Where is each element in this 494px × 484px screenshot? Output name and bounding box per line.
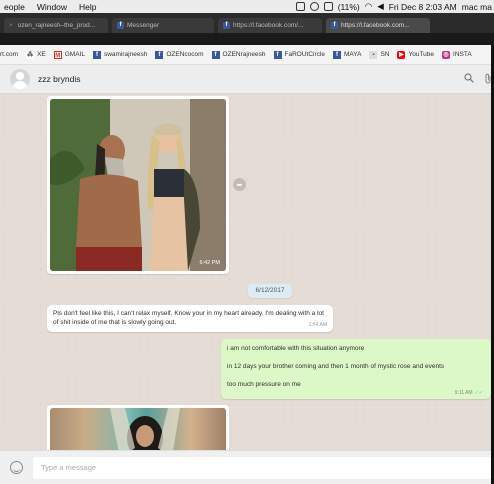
tab-label: ozen_rajneesh–the_prod... xyxy=(17,22,96,29)
time-machine-icon[interactable] xyxy=(309,2,319,11)
tab-facebook-link-2[interactable]: f https://l.facebook.com... xyxy=(326,18,430,33)
date-divider: 6/12/2017 xyxy=(248,284,292,298)
read-ticks-icon: ✓✓ xyxy=(474,390,483,396)
photo-timestamp: 6:42 PM xyxy=(199,260,220,266)
tab-messenger[interactable]: f Messenger xyxy=(112,18,214,33)
tab-facebook-link-1[interactable]: f https://l.facebook.com/... xyxy=(218,18,322,33)
bookmark-xe[interactable]: ⁂ XE xyxy=(26,50,46,59)
xe-icon: ⁂ xyxy=(26,50,35,59)
search-icon[interactable] xyxy=(464,73,474,83)
facebook-icon: f xyxy=(273,50,282,59)
bookmark-rt[interactable]: rt.com xyxy=(0,51,18,58)
menu-help[interactable]: Help xyxy=(79,2,96,12)
facebook-icon: f xyxy=(223,22,230,29)
shared-photo-2[interactable] xyxy=(50,408,226,450)
battery-percent: (11%) xyxy=(337,1,360,12)
bookmark-faroutcircle[interactable]: f FaROUtCircle xyxy=(273,50,325,59)
bookmark-swamirajneesh[interactable]: f swamirajneesh xyxy=(92,50,147,59)
facebook-icon: f xyxy=(155,50,164,59)
emoji-icon[interactable] xyxy=(10,461,23,474)
macos-menubar: eople Window Help (11%) ◠ ◀ Fri Dec 8 2:… xyxy=(0,0,494,13)
volume-icon[interactable]: ◀ xyxy=(377,1,384,12)
bookmark-ozencocom[interactable]: f OZENcocom xyxy=(155,50,204,59)
contact-avatar[interactable] xyxy=(10,69,30,89)
image-message[interactable]: 6:42 PM xyxy=(47,96,229,274)
gmail-icon: M xyxy=(53,50,62,59)
shared-photo[interactable]: 6:42 PM xyxy=(50,99,226,271)
chat-header: zzz bryndis xyxy=(0,65,494,94)
message-list[interactable]: 6:42 PM ➦ 6/12/2017 Pls don't feel like … xyxy=(0,94,494,450)
menu-window[interactable]: Window xyxy=(37,2,67,12)
image-message-2[interactable] xyxy=(47,405,229,450)
bookmark-youtube[interactable]: ▶ YouTube xyxy=(397,50,434,59)
outgoing-message-time: 9:11 AM ✓✓ xyxy=(454,390,483,396)
facebook-icon: f xyxy=(211,50,220,59)
tab-label: Messenger xyxy=(127,22,160,29)
battery-icon[interactable] xyxy=(323,2,333,11)
menubar-clock[interactable]: Fri Dec 8 2:03 AM xyxy=(389,2,457,12)
browser-toolbar xyxy=(0,33,494,45)
bookmark-insta[interactable]: ◎ INSTA xyxy=(442,50,472,59)
photo-content xyxy=(50,99,226,271)
incoming-message-time: 1:54 AM xyxy=(308,322,327,328)
bookmark-gmail[interactable]: M GMAIL xyxy=(53,50,85,59)
menubar-user[interactable]: mac ma xyxy=(462,2,492,12)
menu-people[interactable]: eople xyxy=(4,2,25,12)
youtube-icon: ▶ xyxy=(397,50,406,59)
tab-label: https://l.facebook.com... xyxy=(341,22,410,29)
outgoing-message[interactable]: i am not comfortable with this situation… xyxy=(221,339,491,399)
browser-tab-strip: × ozen_rajneesh–the_prod... f Messenger … xyxy=(0,13,494,33)
bookmarks-bar: rt.com ⁂ XE M GMAIL f swamirajneesh f OZENco… xyxy=(0,45,494,65)
facebook-icon: f xyxy=(92,50,101,59)
wifi-icon[interactable]: ◠ xyxy=(365,1,372,12)
facebook-icon: f xyxy=(332,50,341,59)
facebook-icon: f xyxy=(117,22,124,29)
sn-icon: ▪ xyxy=(369,50,378,59)
tab-label: https://l.facebook.com/... xyxy=(233,22,304,29)
bookmark-maya[interactable]: f MAYA xyxy=(332,50,361,59)
close-tab-icon[interactable]: × xyxy=(9,22,13,29)
forward-icon[interactable]: ➦ xyxy=(233,178,246,191)
contact-name[interactable]: zzz bryndis xyxy=(38,74,81,84)
message-composer xyxy=(0,450,494,484)
dropbox-icon[interactable] xyxy=(295,2,305,11)
outgoing-line-3: too much pressure on me xyxy=(227,381,301,388)
facebook-icon: f xyxy=(331,22,338,29)
outgoing-line-1: i am not comfortable with this situation… xyxy=(227,345,365,352)
photo-2-content xyxy=(110,408,180,450)
tab-ozen[interactable]: × ozen_rajneesh–the_prod... xyxy=(4,18,108,33)
bookmark-ozenrajneesh[interactable]: f OZENrajneesh xyxy=(211,50,266,59)
incoming-message-text: Pls don't feel like this, I can't relax … xyxy=(53,310,324,326)
outgoing-line-2: in 12 days your brother coming and then … xyxy=(227,363,445,370)
menubar-status: (11%) ◠ ◀ Fri Dec 8 2:03 AM mac ma xyxy=(295,0,492,13)
bookmark-sn[interactable]: ▪ SN xyxy=(369,50,389,59)
message-input[interactable] xyxy=(33,456,493,479)
incoming-message[interactable]: Pls don't feel like this, I can't relax … xyxy=(47,305,333,332)
instagram-icon: ◎ xyxy=(442,50,451,59)
